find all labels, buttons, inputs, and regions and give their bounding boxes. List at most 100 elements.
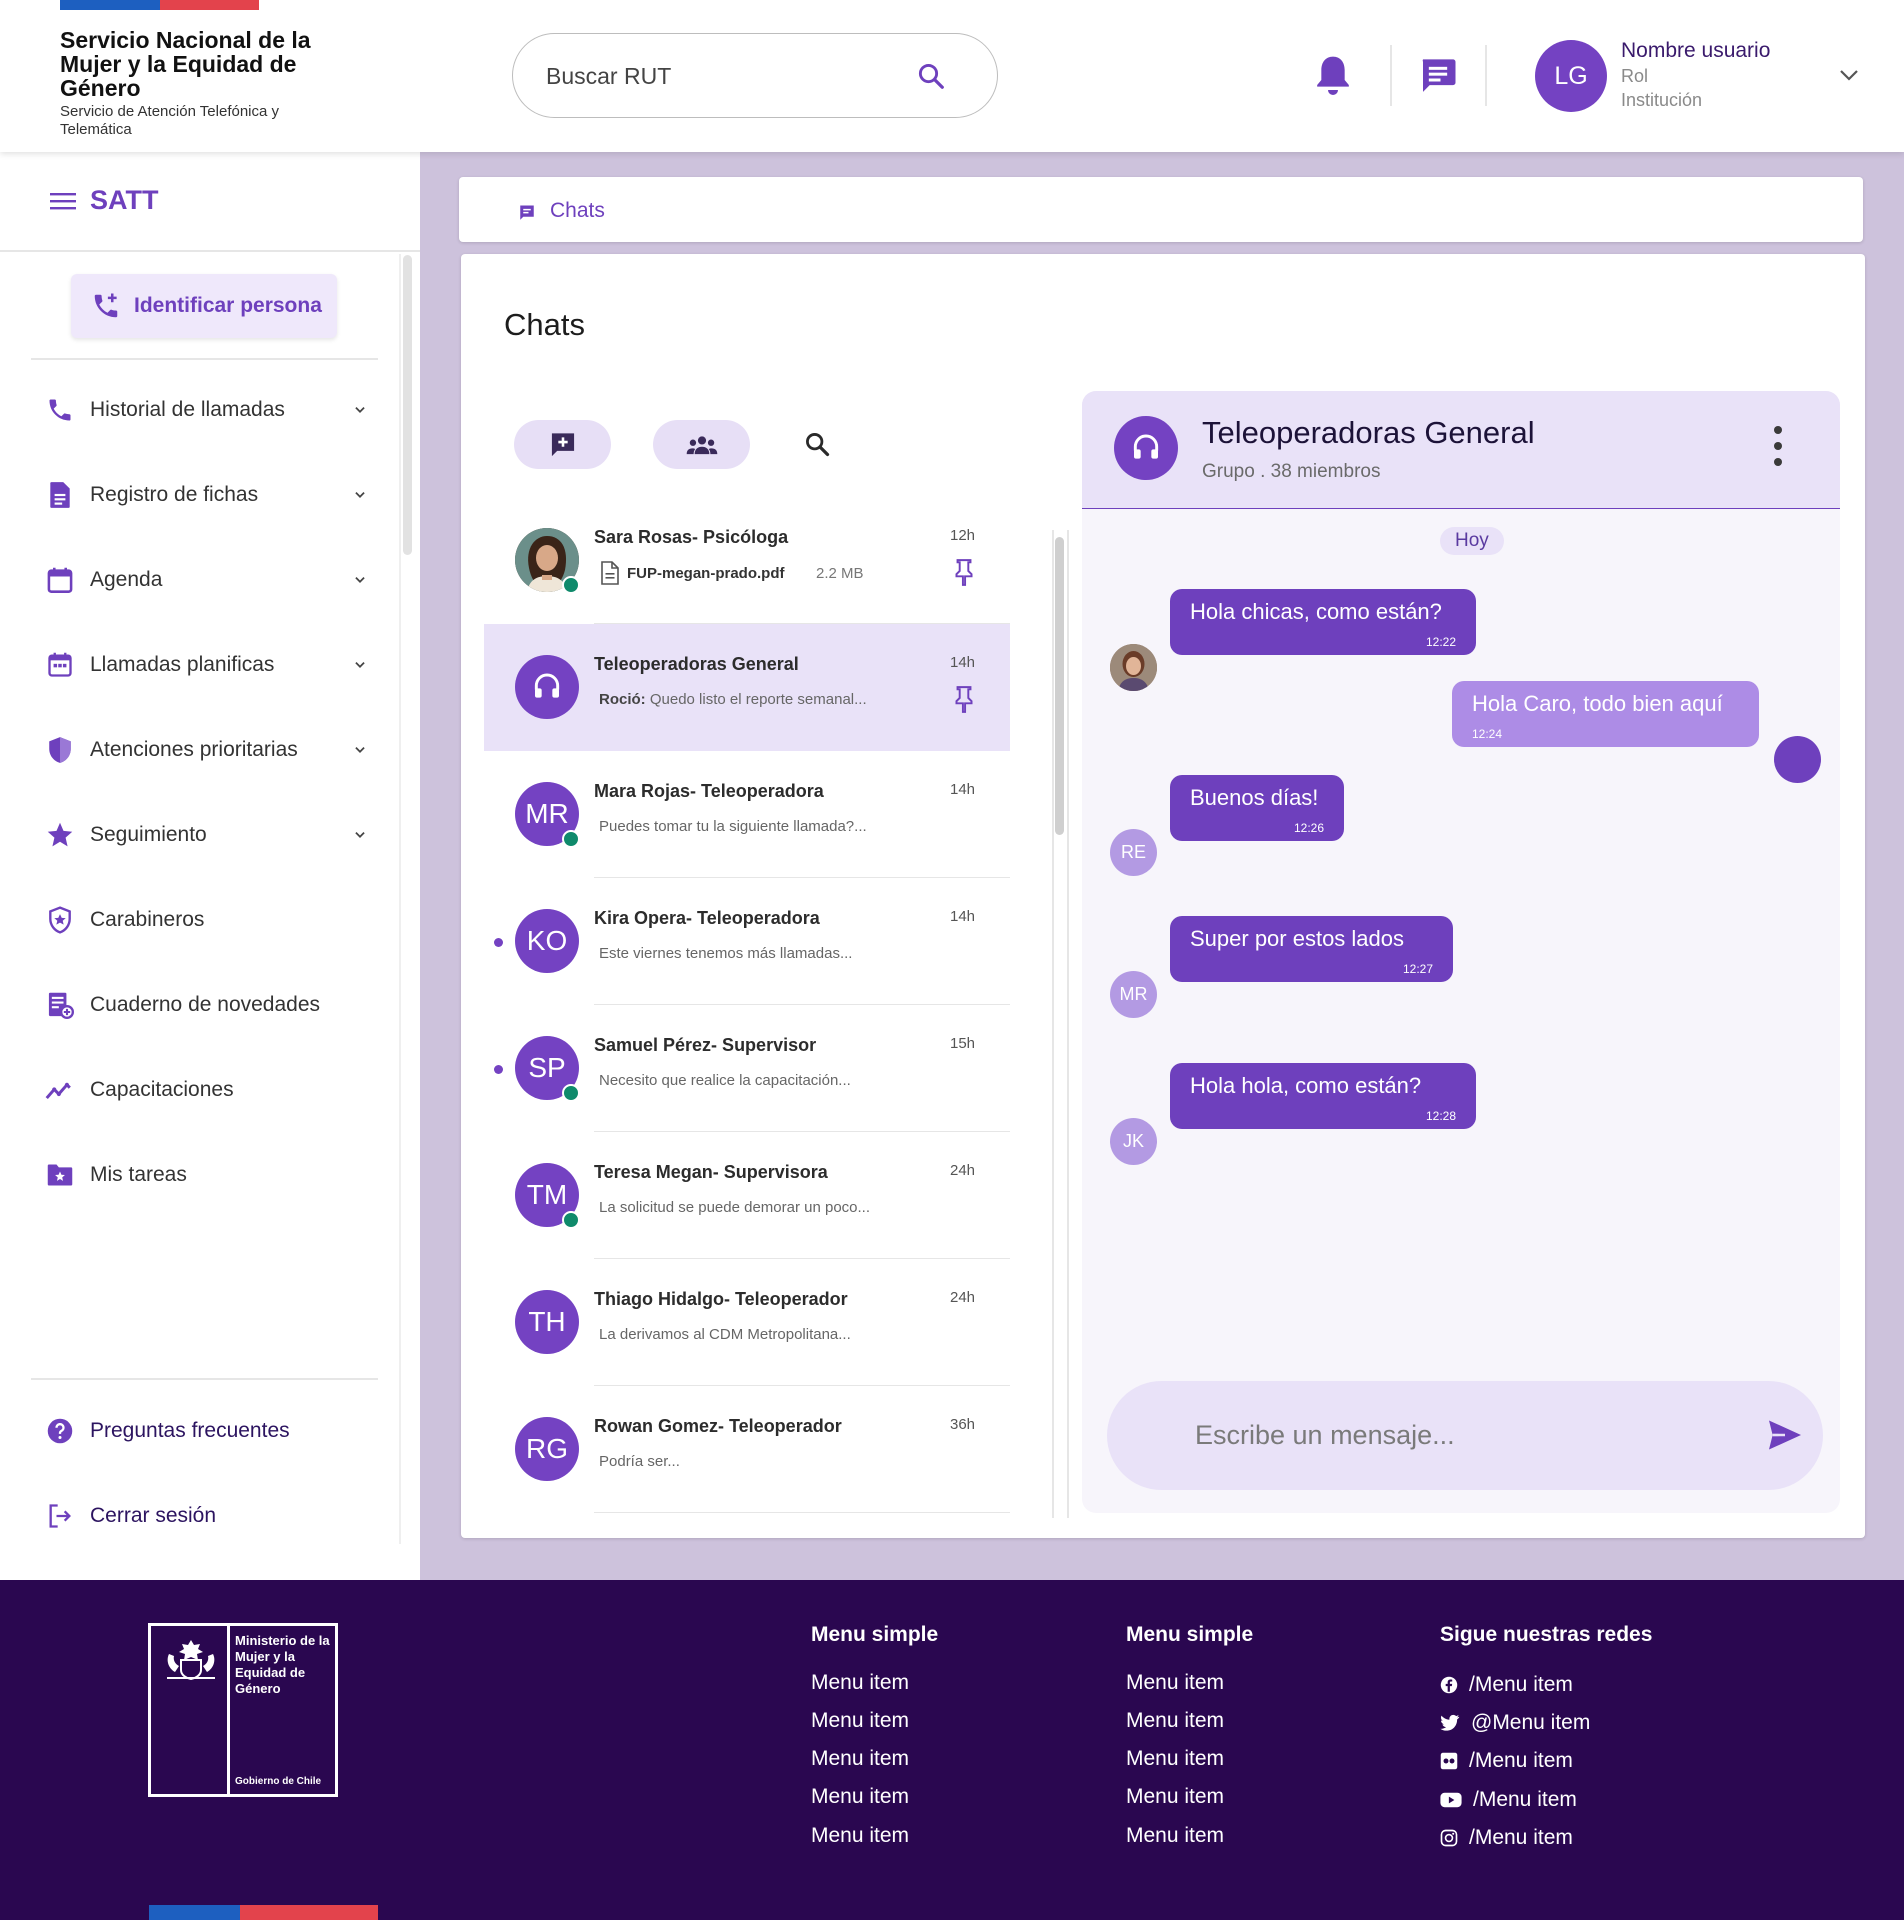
- footer-link[interactable]: Menu item: [1126, 1785, 1224, 1809]
- chat-list-item[interactable]: TH Thiago Hidalgo- Teleoperador La deriv…: [484, 1259, 1010, 1386]
- chevron-down-icon: [345, 828, 375, 842]
- sidebar-item-follow-up[interactable]: Seguimiento: [30, 805, 375, 865]
- sidebar-item-call-history[interactable]: Historial de llamadas: [30, 380, 375, 440]
- search-bar[interactable]: [512, 33, 998, 118]
- online-status-dot: [562, 830, 580, 848]
- ministry-name: Ministerio de la Mujer y la Equidad de G…: [235, 1633, 330, 1696]
- groups-icon: [686, 435, 717, 454]
- chat-list-item[interactable]: TM Teresa Megan- Supervisora La solicitu…: [484, 1132, 1010, 1259]
- sidebar-scrollbar[interactable]: [403, 255, 412, 555]
- chat-icon: [518, 204, 536, 222]
- chat-list-scrollbar[interactable]: [1055, 537, 1064, 835]
- footer-link[interactable]: Menu item: [811, 1824, 909, 1848]
- new-chat-button[interactable]: [514, 420, 611, 469]
- message-bubble[interactable]: Hola chicas, como están? 12:22: [1170, 589, 1476, 655]
- footer-link[interactable]: Menu item: [1126, 1709, 1224, 1733]
- chat-list-item[interactable]: Sara Rosas- Psicóloga FUP-megan-prado.pd…: [484, 497, 1010, 624]
- sidebar-item-trainings[interactable]: Capacitaciones: [30, 1060, 375, 1120]
- sidebar-item-label: Capacitaciones: [90, 1078, 234, 1101]
- search-input[interactable]: [546, 56, 906, 96]
- sidebar-item-logout[interactable]: Cerrar sesión: [30, 1486, 375, 1546]
- document-icon: [30, 481, 90, 509]
- pin-icon[interactable]: [953, 685, 975, 713]
- chat-list-item[interactable]: KO Kira Opera- Teleoperadora Este vierne…: [484, 878, 1010, 1005]
- message-bubble[interactable]: Buenos días! 12:26: [1170, 775, 1344, 841]
- ministry-logo: Ministerio de la Mujer y la Equidad de G…: [148, 1623, 338, 1797]
- menu-icon[interactable]: [50, 190, 76, 212]
- send-icon[interactable]: [1767, 1419, 1803, 1451]
- sidebar-item-police[interactable]: Carabineros: [30, 890, 375, 950]
- social-link-instagram[interactable]: /Menu item: [1440, 1826, 1573, 1850]
- chat-list-item[interactable]: MR Mara Rojas- Teleoperadora Puedes toma…: [484, 751, 1010, 878]
- message-bubble[interactable]: Super por estos lados 12:27: [1170, 916, 1453, 982]
- app-name: SATT: [90, 185, 159, 215]
- chat-contact-name: Teleoperadoras General: [594, 654, 799, 674]
- sidebar-item-my-tasks[interactable]: Mis tareas: [30, 1145, 375, 1205]
- user-avatar[interactable]: LG: [1535, 40, 1607, 112]
- chat-list-item[interactable]: SP Samuel Pérez- Supervisor Necesito que…: [484, 1005, 1010, 1132]
- message-bubble[interactable]: Hola hola, como están? 12:28: [1170, 1063, 1476, 1129]
- footer-link[interactable]: Menu item: [1126, 1824, 1224, 1848]
- bell-icon[interactable]: [1313, 53, 1353, 97]
- social-link-youtube[interactable]: /Menu item: [1440, 1788, 1577, 1812]
- footer-link[interactable]: Menu item: [811, 1747, 909, 1771]
- group-avatar: [515, 655, 579, 719]
- social-label: @Menu item: [1471, 1711, 1591, 1734]
- footer-link[interactable]: Menu item: [811, 1785, 909, 1809]
- chat-time: 14h: [950, 781, 976, 798]
- social-label: /Menu item: [1469, 1749, 1573, 1772]
- breadcrumb-item-chats[interactable]: Chats: [550, 199, 605, 223]
- message-time: 12:28: [1425, 1109, 1456, 1123]
- sidebar-item-faq[interactable]: Preguntas frecuentes: [30, 1401, 375, 1461]
- attachment-file-name[interactable]: FUP-megan-prado.pdf: [627, 565, 785, 582]
- social-label: /Menu item: [1469, 1673, 1573, 1696]
- identify-person-label: Identificar persona: [134, 294, 322, 317]
- footer-link[interactable]: Menu item: [1126, 1747, 1224, 1771]
- search-icon[interactable]: [916, 61, 946, 91]
- sidebar-item-priority-care[interactable]: Atenciones prioritarias: [30, 720, 375, 780]
- sidebar-item-label: Historial de llamadas: [90, 398, 285, 421]
- social-link-twitter[interactable]: @Menu item: [1440, 1711, 1590, 1735]
- sidebar-item-label: Agenda: [90, 568, 163, 591]
- footer-link[interactable]: Menu item: [811, 1709, 909, 1733]
- sidebar-header: SATT: [0, 152, 420, 252]
- social-link-flickr[interactable]: /Menu item: [1440, 1749, 1573, 1773]
- message-composer[interactable]: [1107, 1381, 1823, 1490]
- sidebar-item-agenda[interactable]: Agenda: [30, 550, 375, 610]
- chat-list-divider: [1067, 530, 1069, 1518]
- message-input[interactable]: [1195, 1413, 1735, 1457]
- message-time: 12:24: [1472, 727, 1503, 741]
- phone-add-icon: [94, 293, 118, 318]
- chat-divider: [594, 1511, 1010, 1513]
- flickr-icon: [1440, 1752, 1458, 1770]
- search-icon[interactable]: [803, 430, 831, 458]
- own-message-bubble[interactable]: Hola Caro, todo bien aquí 12:24: [1452, 681, 1759, 747]
- more-vert-icon[interactable]: [1772, 424, 1784, 468]
- chat-time: 36h: [950, 1416, 976, 1433]
- pin-icon[interactable]: [953, 558, 975, 586]
- chevron-down-icon[interactable]: [1837, 63, 1861, 87]
- footer-link[interactable]: Menu item: [1126, 1671, 1224, 1695]
- chat-list-item[interactable]: Teleoperadoras General Roció: Quedo list…: [484, 624, 1010, 751]
- sidebar-item-planned-calls[interactable]: Llamadas planificas: [30, 635, 375, 695]
- sidebar-item-label: Llamadas planificas: [90, 653, 275, 676]
- chat-contact-name: Mara Rojas- Teleoperadora: [594, 781, 824, 801]
- groups-button[interactable]: [653, 420, 750, 469]
- chile-flag-stripe: [60, 0, 259, 10]
- identify-person-button[interactable]: Identificar persona: [71, 274, 337, 338]
- footer-link[interactable]: Menu item: [811, 1671, 909, 1695]
- user-name: Nombre usuario: [1621, 39, 1771, 62]
- main-card: Chats Sara Rosas- Psicóloga FUP-megan-pr…: [461, 254, 1865, 1538]
- sender-avatar: MR: [1110, 971, 1157, 1018]
- sidebar-item-label: Carabineros: [90, 908, 205, 931]
- online-status-dot: [562, 1211, 580, 1229]
- social-link-facebook[interactable]: /Menu item: [1440, 1673, 1573, 1697]
- chat-list-item[interactable]: RG Rowan Gomez- Teleoperador Podría ser.…: [484, 1386, 1010, 1513]
- sidebar-item-label: Seguimiento: [90, 823, 207, 846]
- sidebar-item-records[interactable]: Registro de fichas: [30, 465, 375, 525]
- new-chat-icon: [551, 432, 574, 456]
- folder-star-icon: [30, 1162, 90, 1188]
- sidebar-item-news-notebook[interactable]: Cuaderno de novedades: [30, 975, 375, 1035]
- chat-icon[interactable]: [1418, 56, 1458, 96]
- message-time: 12:22: [1425, 635, 1456, 649]
